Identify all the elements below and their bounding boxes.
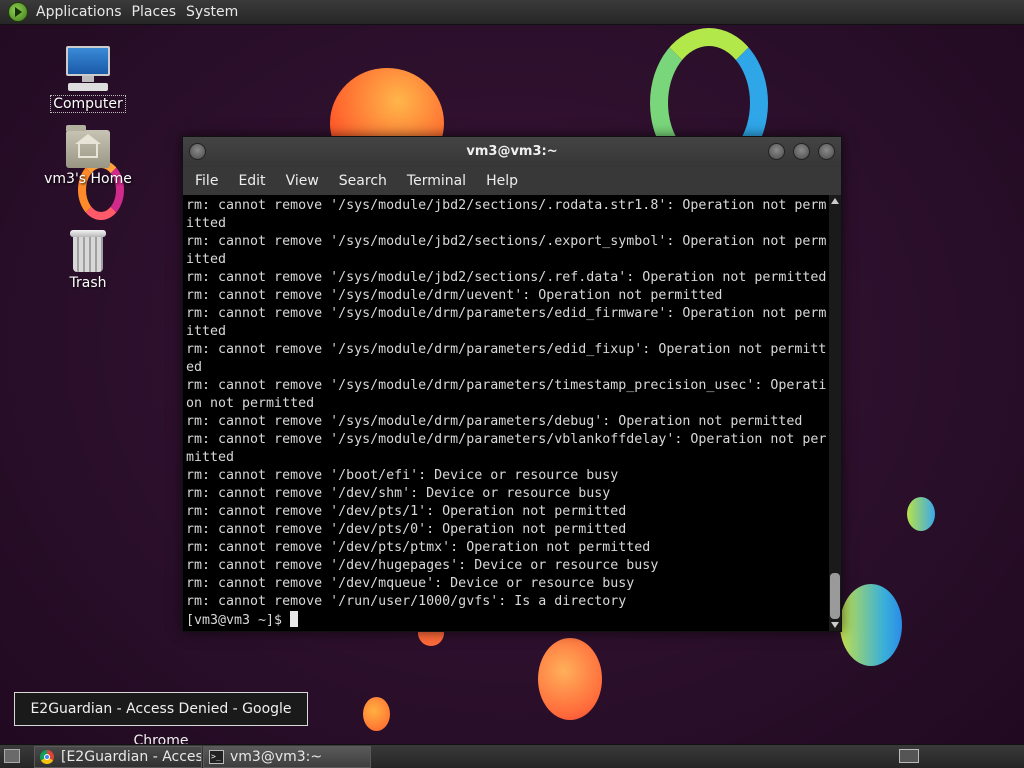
bottom-panel: [E2Guardian - Access Denied - Google Chr… bbox=[0, 744, 1024, 768]
terminal-window[interactable]: vm3@vm3:~ File Edit View Search Terminal… bbox=[182, 136, 842, 632]
terminal-prompt-line[interactable]: [vm3@vm3 ~]$ bbox=[186, 611, 826, 629]
show-desktop-icon[interactable] bbox=[4, 749, 20, 763]
computer-icon bbox=[64, 46, 112, 92]
terminal-line: rm: cannot remove '/run/user/1000/gvfs':… bbox=[186, 594, 627, 609]
terminal-line: rm: cannot remove '/sys/module/drm/param… bbox=[186, 342, 827, 357]
maximize-button[interactable] bbox=[793, 143, 810, 160]
menu-search[interactable]: Search bbox=[329, 173, 397, 189]
scrollbar-thumb[interactable] bbox=[830, 573, 840, 619]
scroll-up-arrow-icon[interactable] bbox=[831, 198, 839, 204]
window-menu-icon[interactable] bbox=[189, 143, 206, 160]
desktop-icon-label: vm3's Home bbox=[44, 171, 132, 187]
terminal-menubar: File Edit View Search Terminal Help bbox=[183, 167, 841, 195]
window-title: vm3@vm3:~ bbox=[466, 144, 558, 159]
terminal-cursor bbox=[290, 611, 299, 627]
trash-icon bbox=[70, 230, 106, 272]
desktop-icon-label: Trash bbox=[69, 275, 107, 291]
terminal-line: rm: cannot remove '/sys/module/jbd2/sect… bbox=[186, 198, 827, 213]
terminal-prompt: [vm3@vm3 ~]$ bbox=[186, 613, 291, 628]
home-folder-icon bbox=[66, 125, 110, 168]
taskbar-tooltip: E2Guardian - Access Denied - Google Chro… bbox=[14, 692, 308, 749]
terminal-line: rm: cannot remove '/dev/hugepages': Devi… bbox=[186, 558, 659, 573]
terminal-text: rm: cannot remove '/sys/module/jbd2/sect… bbox=[186, 197, 826, 629]
terminal-line: rm: cannot remove '/sys/module/jbd2/sect… bbox=[186, 234, 827, 249]
terminal-line: rm: cannot remove '/sys/module/drm/ueven… bbox=[186, 288, 723, 303]
desktop-icon-home[interactable]: vm3's Home bbox=[38, 125, 138, 187]
window-titlebar[interactable]: vm3@vm3:~ bbox=[183, 137, 841, 167]
minimize-button[interactable] bbox=[768, 143, 785, 160]
menu-view[interactable]: View bbox=[276, 173, 329, 189]
vertical-scrollbar[interactable] bbox=[829, 195, 841, 631]
terminal-line: rm: cannot remove '/dev/pts/ptmx': Opera… bbox=[186, 540, 651, 555]
taskbar-item-label: [E2Guardian - Access Denied - Google Chr… bbox=[61, 749, 201, 765]
terminal-output-area[interactable]: rm: cannot remove '/sys/module/jbd2/sect… bbox=[183, 195, 841, 631]
desktop-icon-trash[interactable]: Trash bbox=[38, 230, 138, 291]
desktop-icon-computer[interactable]: Computer bbox=[38, 46, 138, 113]
terminal-line: itted bbox=[186, 252, 227, 267]
wallpaper-green-blob bbox=[907, 497, 935, 531]
terminal-line: itted bbox=[186, 324, 227, 339]
menu-file[interactable]: File bbox=[185, 173, 228, 189]
wallpaper-green-blob-large bbox=[840, 584, 902, 666]
workspace-switcher-icon[interactable] bbox=[899, 749, 919, 763]
top-panel: Applications Places System bbox=[0, 0, 1024, 25]
scroll-down-arrow-icon[interactable] bbox=[831, 622, 839, 628]
terminal-line: rm: cannot remove '/sys/module/drm/param… bbox=[186, 306, 827, 321]
chrome-icon bbox=[40, 750, 54, 764]
terminal-line: mitted bbox=[186, 450, 235, 465]
terminal-line: itted bbox=[186, 216, 227, 231]
terminal-line: rm: cannot remove '/dev/shm': Device or … bbox=[186, 486, 611, 501]
terminal-line: rm: cannot remove '/sys/module/drm/param… bbox=[186, 414, 803, 429]
terminal-line: rm: cannot remove '/sys/module/drm/param… bbox=[186, 378, 827, 393]
terminal-line: rm: cannot remove '/dev/mqueue': Device … bbox=[186, 576, 635, 591]
distro-logo-icon[interactable] bbox=[8, 2, 28, 22]
taskbar-item-chrome[interactable]: [E2Guardian - Access Denied - Google Chr… bbox=[34, 746, 202, 768]
terminal-line: rm: cannot remove '/sys/module/jbd2/sect… bbox=[186, 270, 827, 285]
menu-terminal[interactable]: Terminal bbox=[397, 173, 476, 189]
terminal-line: rm: cannot remove '/dev/pts/0': Operatio… bbox=[186, 522, 627, 537]
menu-system[interactable]: System bbox=[184, 4, 246, 20]
terminal-line: rm: cannot remove '/boot/efi': Device or… bbox=[186, 468, 619, 483]
close-button[interactable] bbox=[818, 143, 835, 160]
menu-edit[interactable]: Edit bbox=[228, 173, 275, 189]
wallpaper-orange-blob-small bbox=[363, 697, 390, 731]
terminal-line: ed bbox=[186, 360, 203, 375]
terminal-line: on not permitted bbox=[186, 396, 315, 411]
terminal-line: rm: cannot remove '/sys/module/drm/param… bbox=[186, 432, 827, 447]
menu-applications[interactable]: Applications bbox=[34, 4, 130, 20]
taskbar-item-terminal[interactable]: >_ vm3@vm3:~ bbox=[203, 746, 371, 768]
taskbar-item-label: vm3@vm3:~ bbox=[230, 749, 323, 765]
menu-help[interactable]: Help bbox=[476, 173, 528, 189]
wallpaper-orange-blob bbox=[538, 638, 602, 720]
desktop-icon-label: Computer bbox=[50, 95, 126, 113]
terminal-icon: >_ bbox=[209, 750, 224, 764]
terminal-line: rm: cannot remove '/dev/pts/1': Operatio… bbox=[186, 504, 627, 519]
menu-places[interactable]: Places bbox=[130, 4, 185, 20]
